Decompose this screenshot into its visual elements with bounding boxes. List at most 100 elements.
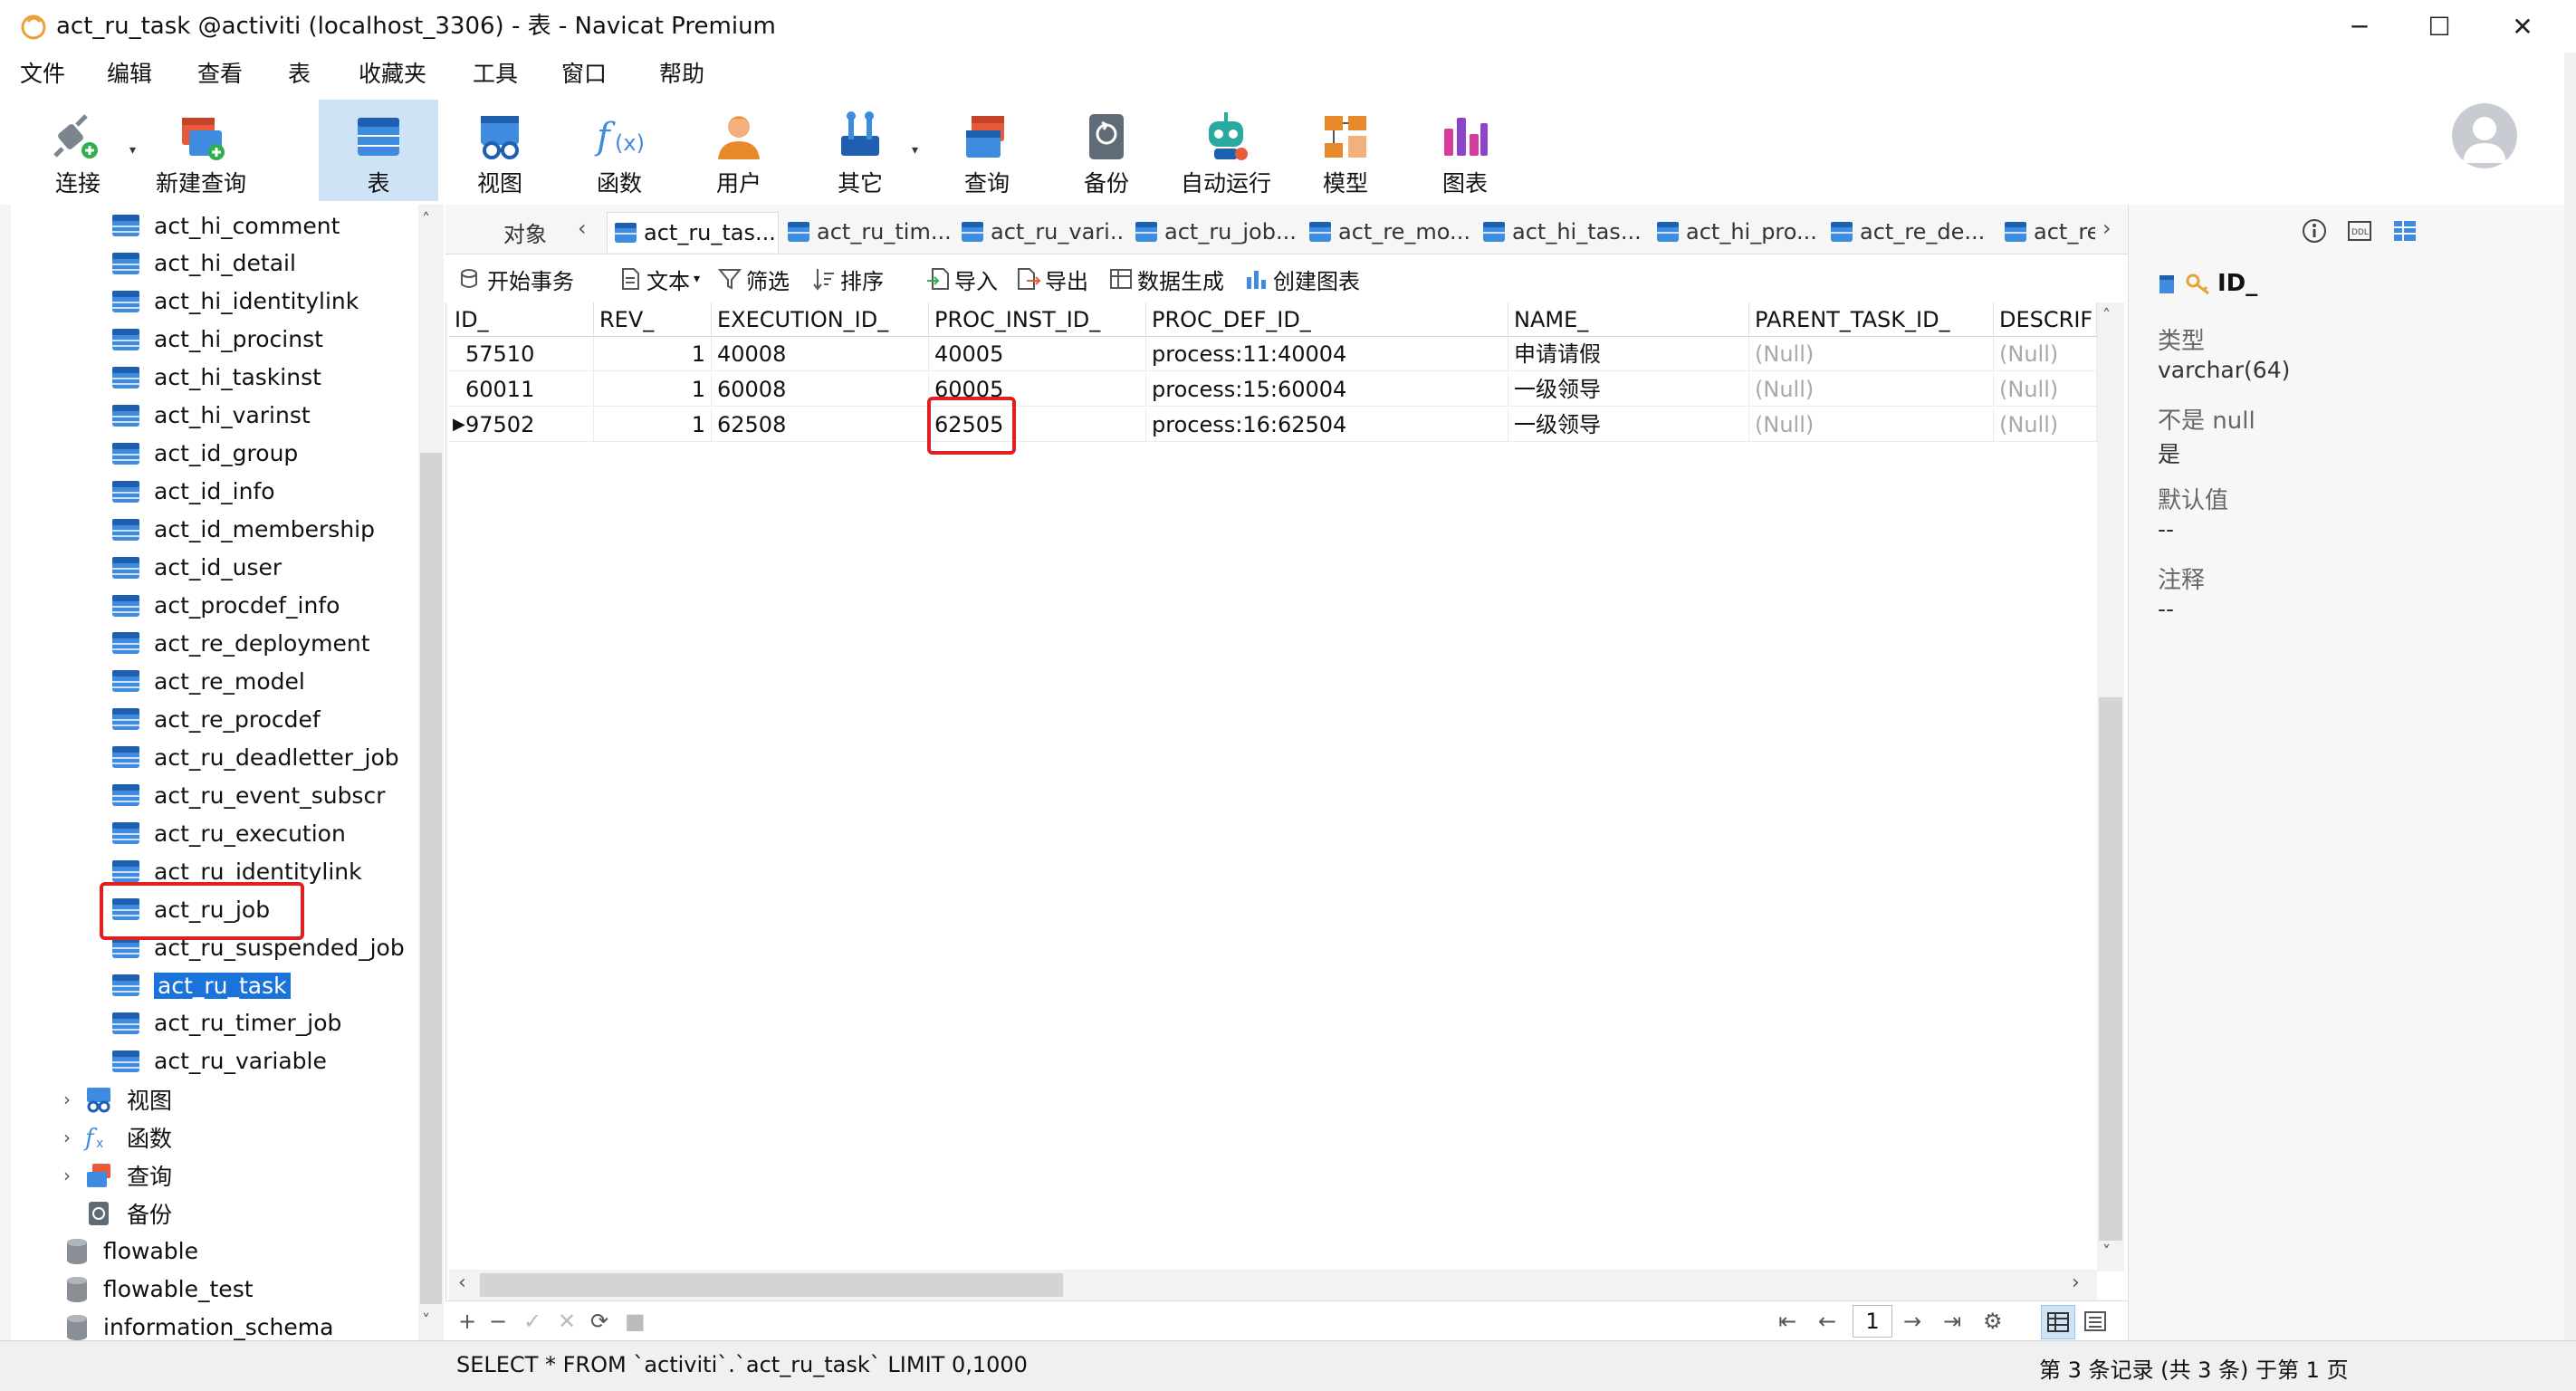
table-cell[interactable]: 97502 bbox=[449, 408, 594, 442]
toolbar-query-button[interactable]: 查询 bbox=[927, 100, 1047, 201]
toolbar-view-button[interactable]: 视图 bbox=[440, 100, 560, 201]
info-icon[interactable] bbox=[2301, 217, 2328, 245]
table-cell[interactable]: (Null) bbox=[1749, 372, 1994, 407]
table-tab[interactable]: act_ru_tas... bbox=[607, 212, 779, 253]
table-cell[interactable]: (Null) bbox=[1749, 408, 1994, 442]
column-header[interactable]: PARENT_TASK_ID_ bbox=[1749, 302, 1994, 337]
export-button[interactable]: 导出 bbox=[1016, 263, 1088, 295]
close-window-button[interactable]: ✕ bbox=[2479, 0, 2566, 53]
table-cell[interactable]: (Null) bbox=[1994, 337, 2097, 371]
table-cell[interactable]: process:16:62504 bbox=[1146, 408, 1508, 442]
last-page-button[interactable]: ⇥ bbox=[1943, 1307, 1961, 1336]
table-cell[interactable]: 一级领导 bbox=[1508, 408, 1749, 442]
table-tab[interactable]: act_re_de... bbox=[1824, 212, 1994, 252]
table-cell[interactable]: (Null) bbox=[1994, 408, 2097, 442]
table-tab[interactable]: act_re_mo... bbox=[1302, 212, 1472, 252]
table-tab[interactable]: act_hi_tas... bbox=[1476, 212, 1646, 252]
stop-button[interactable]: ■ bbox=[625, 1307, 646, 1336]
column-header[interactable]: DESCRIF bbox=[1994, 302, 2097, 337]
minimize-button[interactable]: ─ bbox=[2316, 0, 2403, 53]
table-cell[interactable]: 60011 bbox=[449, 372, 594, 407]
table-cell[interactable]: 40005 bbox=[929, 337, 1146, 371]
menu-view[interactable]: 查看 bbox=[197, 58, 243, 91]
navigator-group-item[interactable]: 备份 bbox=[58, 1196, 172, 1231]
table-tab[interactable]: act_ru_job... bbox=[1128, 212, 1298, 252]
navigator-scroll-up-icon[interactable]: ˄ bbox=[422, 210, 430, 229]
toolbar-chart-button[interactable]: 图表 bbox=[1405, 100, 1525, 201]
tab-scroll-left-icon[interactable]: ‹ bbox=[578, 216, 587, 241]
refresh-button[interactable]: ⟳ bbox=[590, 1307, 608, 1336]
expand-chevron-icon[interactable]: › bbox=[58, 1127, 76, 1148]
menu-help[interactable]: 帮助 bbox=[659, 58, 704, 91]
text-view-button[interactable]: 文本 ▾ bbox=[618, 263, 700, 295]
data-generation-button[interactable]: 数据生成 bbox=[1108, 263, 1224, 295]
navigator-table-item[interactable]: act_id_user bbox=[110, 551, 282, 585]
navigator-table-item[interactable]: act_ru_execution bbox=[110, 816, 346, 850]
navigator-group-item[interactable]: › 查询 bbox=[58, 1158, 172, 1193]
toolbar-other-button[interactable]: ▾ 其它 bbox=[800, 100, 920, 201]
navigator-scroll-thumb[interactable] bbox=[420, 453, 442, 1304]
navigator-table-item[interactable]: act_id_group bbox=[110, 436, 298, 471]
next-page-button[interactable]: → bbox=[1903, 1307, 1921, 1336]
maximize-button[interactable]: ☐ bbox=[2396, 0, 2483, 53]
navigator-table-item[interactable]: act_ru_variable bbox=[110, 1044, 327, 1079]
navigator-table-item[interactable]: act_re_deployment bbox=[110, 626, 370, 660]
menu-window[interactable]: 窗口 bbox=[561, 58, 607, 91]
form-view-toggle[interactable] bbox=[2079, 1305, 2112, 1338]
table-cell[interactable]: 57510 bbox=[449, 337, 594, 371]
page-number-input[interactable]: 1 bbox=[1853, 1305, 1892, 1338]
navigator-table-item[interactable]: act_hi_taskinst bbox=[110, 360, 321, 395]
begin-transaction-button[interactable]: 开始事务 bbox=[458, 263, 574, 295]
table-tab[interactable]: act_ru_vari... bbox=[954, 212, 1125, 252]
navigator-table-item[interactable]: act_hi_comment bbox=[110, 208, 340, 243]
toolbar-automation-button[interactable]: 自动运行 bbox=[1166, 100, 1286, 201]
table-cell[interactable]: 1 bbox=[594, 337, 712, 371]
table-cell[interactable]: 62508 bbox=[712, 408, 929, 442]
delete-record-button[interactable]: − bbox=[489, 1307, 507, 1336]
create-chart-button[interactable]: 创建图表 bbox=[1244, 263, 1360, 295]
grid-scroll-left-icon[interactable]: ‹ bbox=[458, 1271, 466, 1294]
navigator-group-item[interactable]: › f x 函数 bbox=[58, 1120, 172, 1155]
table-cell[interactable]: (Null) bbox=[1994, 372, 2097, 407]
table-tab[interactable]: act_hi_pro... bbox=[1650, 212, 1820, 252]
tab-objects[interactable]: 对象 bbox=[489, 212, 561, 252]
discard-changes-button[interactable]: ✕ bbox=[558, 1307, 576, 1336]
menu-table[interactable]: 表 bbox=[288, 58, 311, 91]
user-avatar[interactable] bbox=[2452, 103, 2517, 168]
navigator-table-item[interactable]: act_ru_task bbox=[110, 968, 291, 1002]
toolbar-model-button[interactable]: 模型 bbox=[1286, 100, 1405, 201]
add-record-button[interactable]: + bbox=[458, 1307, 476, 1336]
table-cell[interactable]: process:15:60004 bbox=[1146, 372, 1508, 407]
table-cell[interactable]: 40008 bbox=[712, 337, 929, 371]
menu-favorites[interactable]: 收藏夹 bbox=[359, 58, 426, 91]
table-cell[interactable]: (Null) bbox=[1749, 337, 1994, 371]
grid-scroll-down-icon[interactable]: ˅ bbox=[2102, 1242, 2111, 1261]
expand-chevron-icon[interactable]: › bbox=[58, 1165, 76, 1186]
field-list-icon[interactable] bbox=[2391, 217, 2418, 245]
navigator-table-item[interactable]: act_id_info bbox=[110, 475, 275, 509]
navigator-table-item[interactable]: act_id_membership bbox=[110, 513, 375, 547]
tab-scroll-right-icon[interactable]: › bbox=[2102, 216, 2112, 241]
toolbar-user-button[interactable]: 用户 bbox=[679, 100, 799, 201]
menu-tools[interactable]: 工具 bbox=[473, 58, 518, 91]
table-cell[interactable]: 申请请假 bbox=[1508, 337, 1749, 371]
grid-view-toggle[interactable] bbox=[2041, 1305, 2075, 1339]
apply-changes-button[interactable]: ✓ bbox=[523, 1307, 541, 1336]
column-header[interactable]: PROC_DEF_ID_ bbox=[1146, 302, 1508, 337]
sort-button[interactable]: 排序 bbox=[811, 263, 884, 295]
navigator-table-item[interactable]: act_re_model bbox=[110, 664, 305, 698]
column-header[interactable]: EXECUTION_ID_ bbox=[712, 302, 929, 337]
navigator-database-item[interactable]: flowable_test bbox=[65, 1272, 254, 1307]
navigator-table-item[interactable]: act_hi_procinst bbox=[110, 322, 323, 357]
toolbar-connect-button[interactable]: ▾ 连接 bbox=[18, 100, 138, 201]
expand-chevron-icon[interactable]: › bbox=[58, 1089, 76, 1110]
table-tab[interactable]: act_re bbox=[1997, 212, 2095, 252]
navigator-scroll-down-icon[interactable]: ˅ bbox=[422, 1311, 430, 1330]
navigator-database-item[interactable]: information_schema bbox=[65, 1310, 333, 1340]
table-tab[interactable]: act_ru_tim... bbox=[780, 212, 951, 252]
ddl-icon[interactable]: DDL bbox=[2346, 217, 2373, 245]
table-cell[interactable]: 一级领导 bbox=[1508, 372, 1749, 407]
navigator-table-item[interactable]: act_hi_identitylink bbox=[110, 284, 359, 319]
navigator-table-item[interactable]: act_hi_varinst bbox=[110, 398, 311, 433]
navigator-table-item[interactable]: act_ru_event_subscr bbox=[110, 778, 385, 812]
